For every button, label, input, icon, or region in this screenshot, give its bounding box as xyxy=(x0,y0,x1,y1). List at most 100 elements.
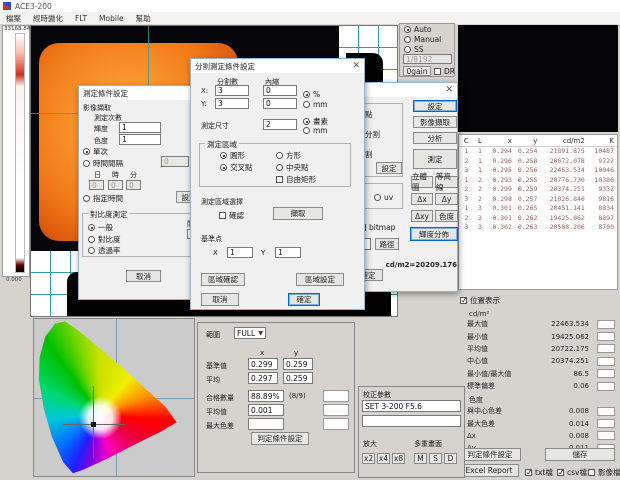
position-display-checkbox[interactable]: 位置表示 xyxy=(460,295,500,306)
pass-fraction: (8/9) xyxy=(289,392,306,400)
csv-file-checkbox[interactable]: csv檔 xyxy=(557,467,587,478)
ref-y-field[interactable]: 0.259 xyxy=(283,358,313,370)
avg-x-field[interactable]: 0.297 xyxy=(248,372,278,384)
close-icon[interactable]: ✕ xyxy=(445,86,453,95)
table-row[interactable]: 330.3020.26320508.2068700 xyxy=(459,223,617,233)
image-file-checkbox[interactable]: 影像檔 xyxy=(588,467,620,478)
shutter-select[interactable]: 1/8192 xyxy=(403,54,452,64)
multiscreen-button-M[interactable]: M xyxy=(414,453,427,464)
dialog-measure-titlebar[interactable]: 測定條件設定 xyxy=(79,86,204,100)
menu-item[interactable]: Mobile xyxy=(99,14,124,23)
size-field[interactable]: 2 xyxy=(263,119,297,130)
radio-centerpoint[interactable]: 中央點 xyxy=(276,162,309,173)
radio-uv[interactable]: uv xyxy=(374,193,393,202)
gain-button[interactable]: 0gain xyxy=(403,66,431,76)
zoom-button-x2[interactable]: x2 xyxy=(362,453,375,464)
radio-specified-time[interactable]: 指定時間 xyxy=(83,193,123,204)
txt-file-checkbox[interactable]: txt檔 xyxy=(525,467,553,478)
radio-percent[interactable]: % xyxy=(303,90,320,99)
image-capture-button[interactable]: 影像擷取 xyxy=(413,116,457,128)
day-field[interactable]: 0 xyxy=(89,180,104,190)
color-button[interactable]: 色度 xyxy=(435,210,458,222)
save-button[interactable]: 儲存 xyxy=(545,448,615,461)
y-inset-field[interactable]: 0 xyxy=(263,98,297,109)
ref-x-field[interactable]: 0.299 xyxy=(248,358,278,370)
radio-crosspoint[interactable]: 交叉點 xyxy=(220,162,253,173)
calibration-preset2-field[interactable] xyxy=(362,415,461,427)
delta-x-button[interactable]: Δx xyxy=(411,193,433,205)
table-row[interactable]: 120.2930.25520776.73010386 xyxy=(459,176,617,186)
setting-button[interactable]: 設定 xyxy=(413,100,457,112)
close-icon[interactable]: ✕ xyxy=(352,62,360,71)
multiscreen-button-D[interactable]: D xyxy=(444,453,457,464)
radio-contrast[interactable]: 對比度 xyxy=(88,234,121,245)
col-x-label: x xyxy=(260,349,264,357)
avgdiff-field: 0.001 xyxy=(248,404,284,416)
interval-field[interactable]: 0 xyxy=(161,156,189,167)
delta-y-button[interactable]: Δy xyxy=(435,193,458,205)
confirm-checkbox[interactable]: 確認 xyxy=(219,210,244,221)
dr-checkbox[interactable]: DR xyxy=(434,67,455,76)
radio-manual[interactable]: Manual xyxy=(404,35,441,44)
measure-button[interactable]: 測定 xyxy=(413,149,457,169)
y-division-field[interactable]: 3 xyxy=(215,98,249,109)
basepoint-x-field[interactable]: 1 xyxy=(227,247,253,258)
dialog-split-titlebar[interactable]: 分割測定條件設定✕ xyxy=(191,59,364,73)
menu-item[interactable]: 幫助 xyxy=(136,13,151,24)
contour-button[interactable]: 等高線 xyxy=(435,176,458,188)
menu-item[interactable]: FLT xyxy=(75,14,87,23)
hour-field[interactable]: 0 xyxy=(108,180,123,190)
region-confirm-button[interactable]: 區域確認 xyxy=(201,273,245,286)
split-ok-button[interactable]: 確定 xyxy=(288,293,320,306)
radio-auto[interactable]: Auto xyxy=(404,25,431,34)
range-select[interactable]: FULL▼ xyxy=(234,327,266,339)
table-row[interactable]: 210.2960.25820072.0789722 xyxy=(459,157,617,167)
radio-square[interactable]: 方形 xyxy=(276,150,301,161)
analyze-button[interactable]: 分析 xyxy=(413,132,457,144)
menu-item[interactable]: 經時變化 xyxy=(33,13,63,24)
luminance-dist-button[interactable]: 輝度分佈 xyxy=(410,227,458,241)
region-set-button[interactable]: 區域設定 xyxy=(296,273,344,286)
chroma-count-field[interactable]: 1 xyxy=(119,134,161,145)
radio-mm[interactable]: mm xyxy=(303,100,328,109)
table-row[interactable]: 320.2980.25721026.8409816 xyxy=(459,195,617,205)
x-inset-field[interactable]: 0 xyxy=(263,85,297,96)
table-row[interactable]: 110.2940.25421891.87510487 xyxy=(459,147,617,157)
judge-condition-button[interactable]: 判定條件設定 xyxy=(459,448,521,461)
stat-row: 最大色差0.014 xyxy=(457,417,618,429)
contrast-groupbox: 對比度測定 一般 間隔 10 對比度 透過率 xyxy=(82,213,203,257)
stereo-button[interactable]: 立體圖 xyxy=(411,176,433,188)
radio-transmittance[interactable]: 透過率 xyxy=(88,245,121,256)
chroma-label: 色度 xyxy=(94,136,108,146)
radio-circle[interactable]: 圓形 xyxy=(220,150,245,161)
table-row[interactable]: 310.2950.25622463.53410046 xyxy=(459,166,617,176)
radio-interval[interactable]: 時間間隔 xyxy=(83,158,123,169)
method-set-button[interactable]: 設定 xyxy=(376,162,402,174)
path-button[interactable]: 路徑 xyxy=(375,238,399,250)
radio-single[interactable]: 單次 xyxy=(83,146,108,157)
table-row[interactable]: 220.2990.25920374.2519332 xyxy=(459,185,617,195)
multiscreen-button-S[interactable]: S xyxy=(429,453,442,464)
cie-diagram-panel[interactable] xyxy=(33,318,195,477)
minute-field[interactable]: 0 xyxy=(126,180,141,190)
menu-item[interactable]: 檔案 xyxy=(6,13,21,24)
calibration-preset-field[interactable]: SET 3-200 F5.6 xyxy=(362,400,461,412)
range-judge-button[interactable]: 判定條件設定 xyxy=(251,432,309,445)
freerect-checkbox[interactable]: 自由矩形 xyxy=(276,174,316,185)
delta-xy-button[interactable]: Δxy xyxy=(411,210,433,222)
measure-cancel-button[interactable]: 取消 xyxy=(126,270,161,282)
radio-ss[interactable]: SS xyxy=(404,45,424,54)
zoom-button-x8[interactable]: x8 xyxy=(392,453,405,464)
x-division-field[interactable]: 3 xyxy=(215,85,249,96)
basepoint-y-field[interactable]: 1 xyxy=(275,247,301,258)
excel-report-button[interactable]: Excel Report xyxy=(459,464,519,477)
avg-y-field[interactable]: 0.259 xyxy=(283,372,313,384)
capture-region-button[interactable]: 擷取 xyxy=(273,207,323,220)
radio-general[interactable]: 一般 xyxy=(88,222,113,233)
table-row[interactable]: 230.3010.26219425.0628897 xyxy=(459,214,617,224)
lum-count-field[interactable]: 1 xyxy=(119,122,161,133)
zoom-button-x4[interactable]: x4 xyxy=(377,453,390,464)
split-cancel-button[interactable]: 取消 xyxy=(201,293,239,306)
table-row[interactable]: 130.3010.26520451.1418834 xyxy=(459,204,617,214)
radio-mm2[interactable]: mm xyxy=(303,126,328,135)
